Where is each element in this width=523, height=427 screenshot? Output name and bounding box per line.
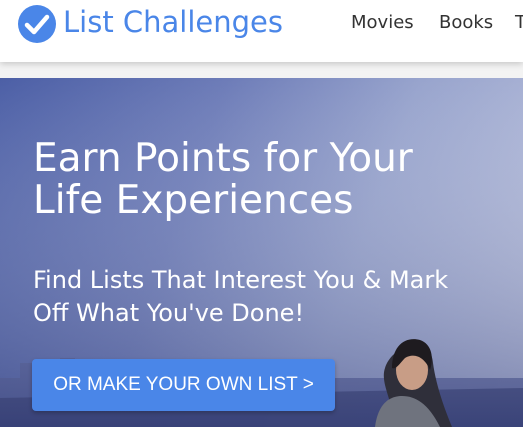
header-spacer xyxy=(0,62,523,78)
hero-subtitle-line: Find Lists That Interest You & Mark xyxy=(33,266,449,294)
hero-banner: Earn Points for Your Life Experiences Fi… xyxy=(0,78,523,427)
hero-title-line: Earn Points for Your xyxy=(33,136,413,181)
hero-title: Earn Points for Your Life Experiences xyxy=(33,138,523,222)
hero-subtitle-line: Off What You've Done! xyxy=(33,299,305,327)
checkmark-circle-icon[interactable] xyxy=(17,4,57,44)
nav-item-truncated[interactable]: T xyxy=(515,11,523,35)
nav-item-movies[interactable]: Movies xyxy=(351,11,414,35)
nav-item-books[interactable]: Books xyxy=(439,11,493,35)
hero-title-line: Life Experiences xyxy=(33,178,354,223)
hero-subtitle: Find Lists That Interest You & Mark Off … xyxy=(33,264,448,330)
site-logo-text[interactable]: List Challenges xyxy=(63,2,283,42)
page: List Challenges Movies Books T Earn Poin… xyxy=(0,0,523,427)
site-header: List Challenges Movies Books T xyxy=(0,0,523,62)
make-own-list-button[interactable]: OR MAKE YOUR OWN LIST > xyxy=(32,359,335,411)
